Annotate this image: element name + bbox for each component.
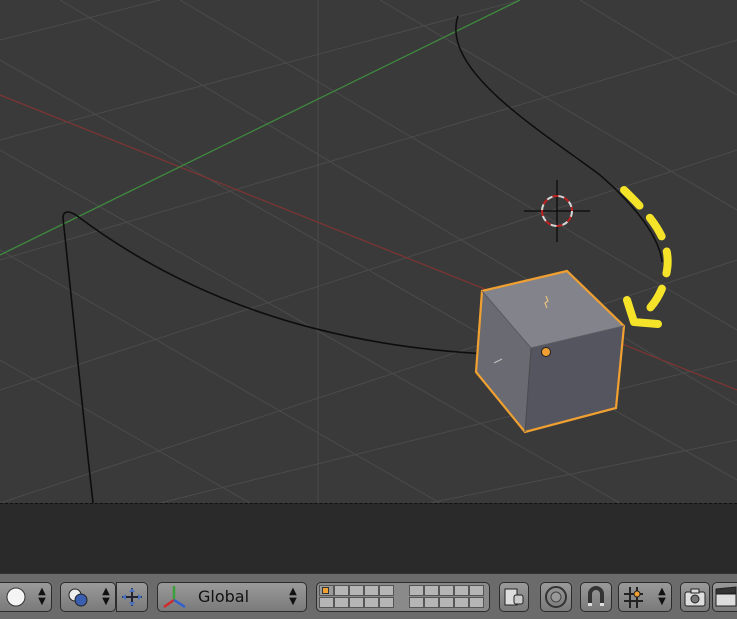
chevron-up-down-icon: ▲ ▼	[658, 586, 666, 607]
layer-15[interactable]	[379, 597, 394, 608]
pivot-point-icon	[68, 588, 88, 607]
render-button[interactable]	[680, 582, 710, 612]
lock-camera-toggle[interactable]	[499, 582, 529, 612]
snap-element-select[interactable]: ▲ ▼	[618, 582, 672, 612]
manipulator-toggle[interactable]	[116, 582, 148, 612]
layer-2[interactable]	[334, 585, 349, 596]
layer-8[interactable]	[439, 585, 454, 596]
proportional-edit-icon	[545, 586, 567, 608]
layer-14[interactable]	[364, 597, 379, 608]
layer-6[interactable]	[409, 585, 424, 596]
clapper-icon	[715, 586, 737, 607]
layer-4[interactable]	[364, 585, 379, 596]
3d-viewport[interactable]	[0, 0, 737, 503]
snap-toggle[interactable]	[580, 582, 612, 612]
pivot-point-select[interactable]: ▲ ▼	[60, 582, 116, 612]
layer-10[interactable]	[469, 585, 484, 596]
solid-sphere-icon	[6, 587, 26, 607]
viewport-header: ▲ ▼ ▲ ▼ Global ▲ ▼ ▲ ▼	[0, 573, 737, 619]
layer-17[interactable]	[424, 597, 439, 608]
camera-icon	[684, 588, 706, 607]
magnet-icon	[588, 586, 604, 606]
transform-orientation-select[interactable]: Global ▲ ▼	[157, 582, 307, 612]
snap-element-icon	[624, 587, 643, 608]
chevron-up-down-icon: ▲ ▼	[102, 586, 110, 607]
orientation-value: Global	[198, 587, 250, 606]
manipulator-icon	[122, 588, 142, 606]
active-layer-dot	[322, 587, 329, 594]
layer-5[interactable]	[379, 585, 394, 596]
object-origin-dot	[541, 347, 551, 357]
layers-grid[interactable]	[316, 582, 490, 612]
layer-9[interactable]	[454, 585, 469, 596]
proportional-edit-toggle[interactable]	[540, 582, 572, 612]
layer-16[interactable]	[409, 597, 424, 608]
layer-13[interactable]	[349, 597, 364, 608]
layer-19[interactable]	[454, 597, 469, 608]
layer-12[interactable]	[334, 597, 349, 608]
layer-18[interactable]	[439, 597, 454, 608]
region-divider	[0, 503, 737, 573]
layer-7[interactable]	[424, 585, 439, 596]
transform-orientation-icon	[163, 586, 186, 609]
lock-icon	[504, 588, 524, 606]
layer-11[interactable]	[319, 597, 334, 608]
chevron-up-down-icon: ▲ ▼	[38, 586, 46, 607]
layer-3[interactable]	[349, 585, 364, 596]
layer-20[interactable]	[469, 597, 484, 608]
chevron-up-down-icon: ▲ ▼	[289, 586, 297, 607]
viewport-shading-select[interactable]: ▲ ▼	[0, 582, 52, 612]
render-animation-button[interactable]	[712, 582, 737, 612]
